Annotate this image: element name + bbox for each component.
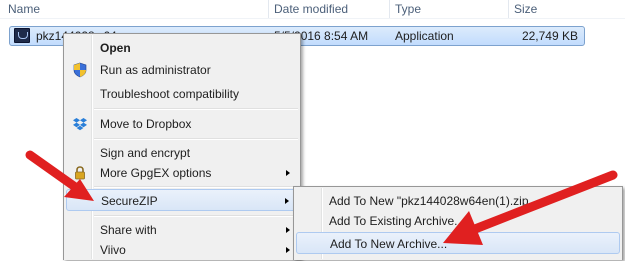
submenu-arrow-icon (286, 247, 290, 253)
menu-item-open[interactable]: Open (66, 37, 298, 59)
menu-separator (94, 215, 298, 217)
menu-item-label: Viivo (100, 243, 126, 257)
application-icon (14, 28, 30, 43)
menu-item-label: Move to Dropbox (100, 117, 192, 131)
menu-item-label: Run as administrator (100, 63, 211, 77)
column-header-size[interactable]: Size (514, 0, 537, 18)
column-header-date-modified[interactable]: Date modified (274, 0, 348, 18)
menu-item-move-to-dropbox[interactable]: Move to Dropbox (66, 113, 298, 135)
menu-item-label: SecureZIP (101, 194, 158, 208)
menu-separator (94, 138, 298, 140)
submenu-arrow-icon (286, 170, 290, 176)
column-header-name[interactable]: Name (8, 0, 40, 18)
submenu-item-add-to-new-archive[interactable]: Add To New Archive... (296, 232, 620, 254)
lock-icon (75, 166, 85, 180)
dropbox-icon (73, 118, 87, 131)
submenu-item-add-to-existing-archive[interactable]: Add To Existing Archive... (296, 210, 620, 232)
column-header-type[interactable]: Type (395, 0, 421, 18)
menu-item-label: Troubleshoot compatibility (100, 87, 239, 101)
menu-item-run-as-administrator[interactable]: Run as administrator (66, 59, 298, 81)
menu-item-more-gpgex-options[interactable]: More GpgEX options (66, 162, 298, 184)
menu-item-label: More GpgEX options (100, 166, 212, 180)
menu-item-troubleshoot-compatibility[interactable]: Troubleshoot compatibility (66, 83, 298, 105)
menu-separator (94, 108, 298, 110)
menu-item-sign-and-encrypt[interactable]: Sign and encrypt (66, 142, 298, 164)
menu-item-label: Add To New "pkz144028w64en(1).zip (329, 194, 529, 208)
submenu-arrow-icon (285, 198, 289, 204)
submenu-arrow-icon (286, 227, 290, 233)
menu-item-viivo[interactable]: Viivo (66, 239, 298, 261)
file-type: Application (395, 29, 454, 43)
uac-shield-icon (73, 62, 87, 78)
menu-item-label: Sign and encrypt (100, 146, 191, 160)
menu-item-label: Share with (100, 223, 157, 237)
header-divider (0, 18, 625, 19)
context-menu: Open Run as administrator Troubleshoot c… (63, 33, 301, 260)
column-divider[interactable] (389, 0, 390, 18)
menu-separator (94, 186, 298, 188)
submenu-item-add-to-new-named-archive[interactable]: Add To New "pkz144028w64en(1).zip (296, 190, 620, 212)
menu-item-securezip[interactable]: SecureZIP (66, 189, 298, 211)
column-divider[interactable] (268, 0, 269, 18)
file-size: 22,749 KB (521, 29, 578, 43)
column-divider[interactable] (508, 0, 509, 18)
securezip-submenu: Add To New "pkz144028w64en(1).zip Add To… (293, 186, 623, 260)
menu-item-label: Open (100, 41, 131, 55)
menu-item-label: Add To New Archive... (330, 237, 448, 251)
menu-item-label: Add To Existing Archive... (329, 214, 465, 228)
menu-item-share-with[interactable]: Share with (66, 219, 298, 241)
